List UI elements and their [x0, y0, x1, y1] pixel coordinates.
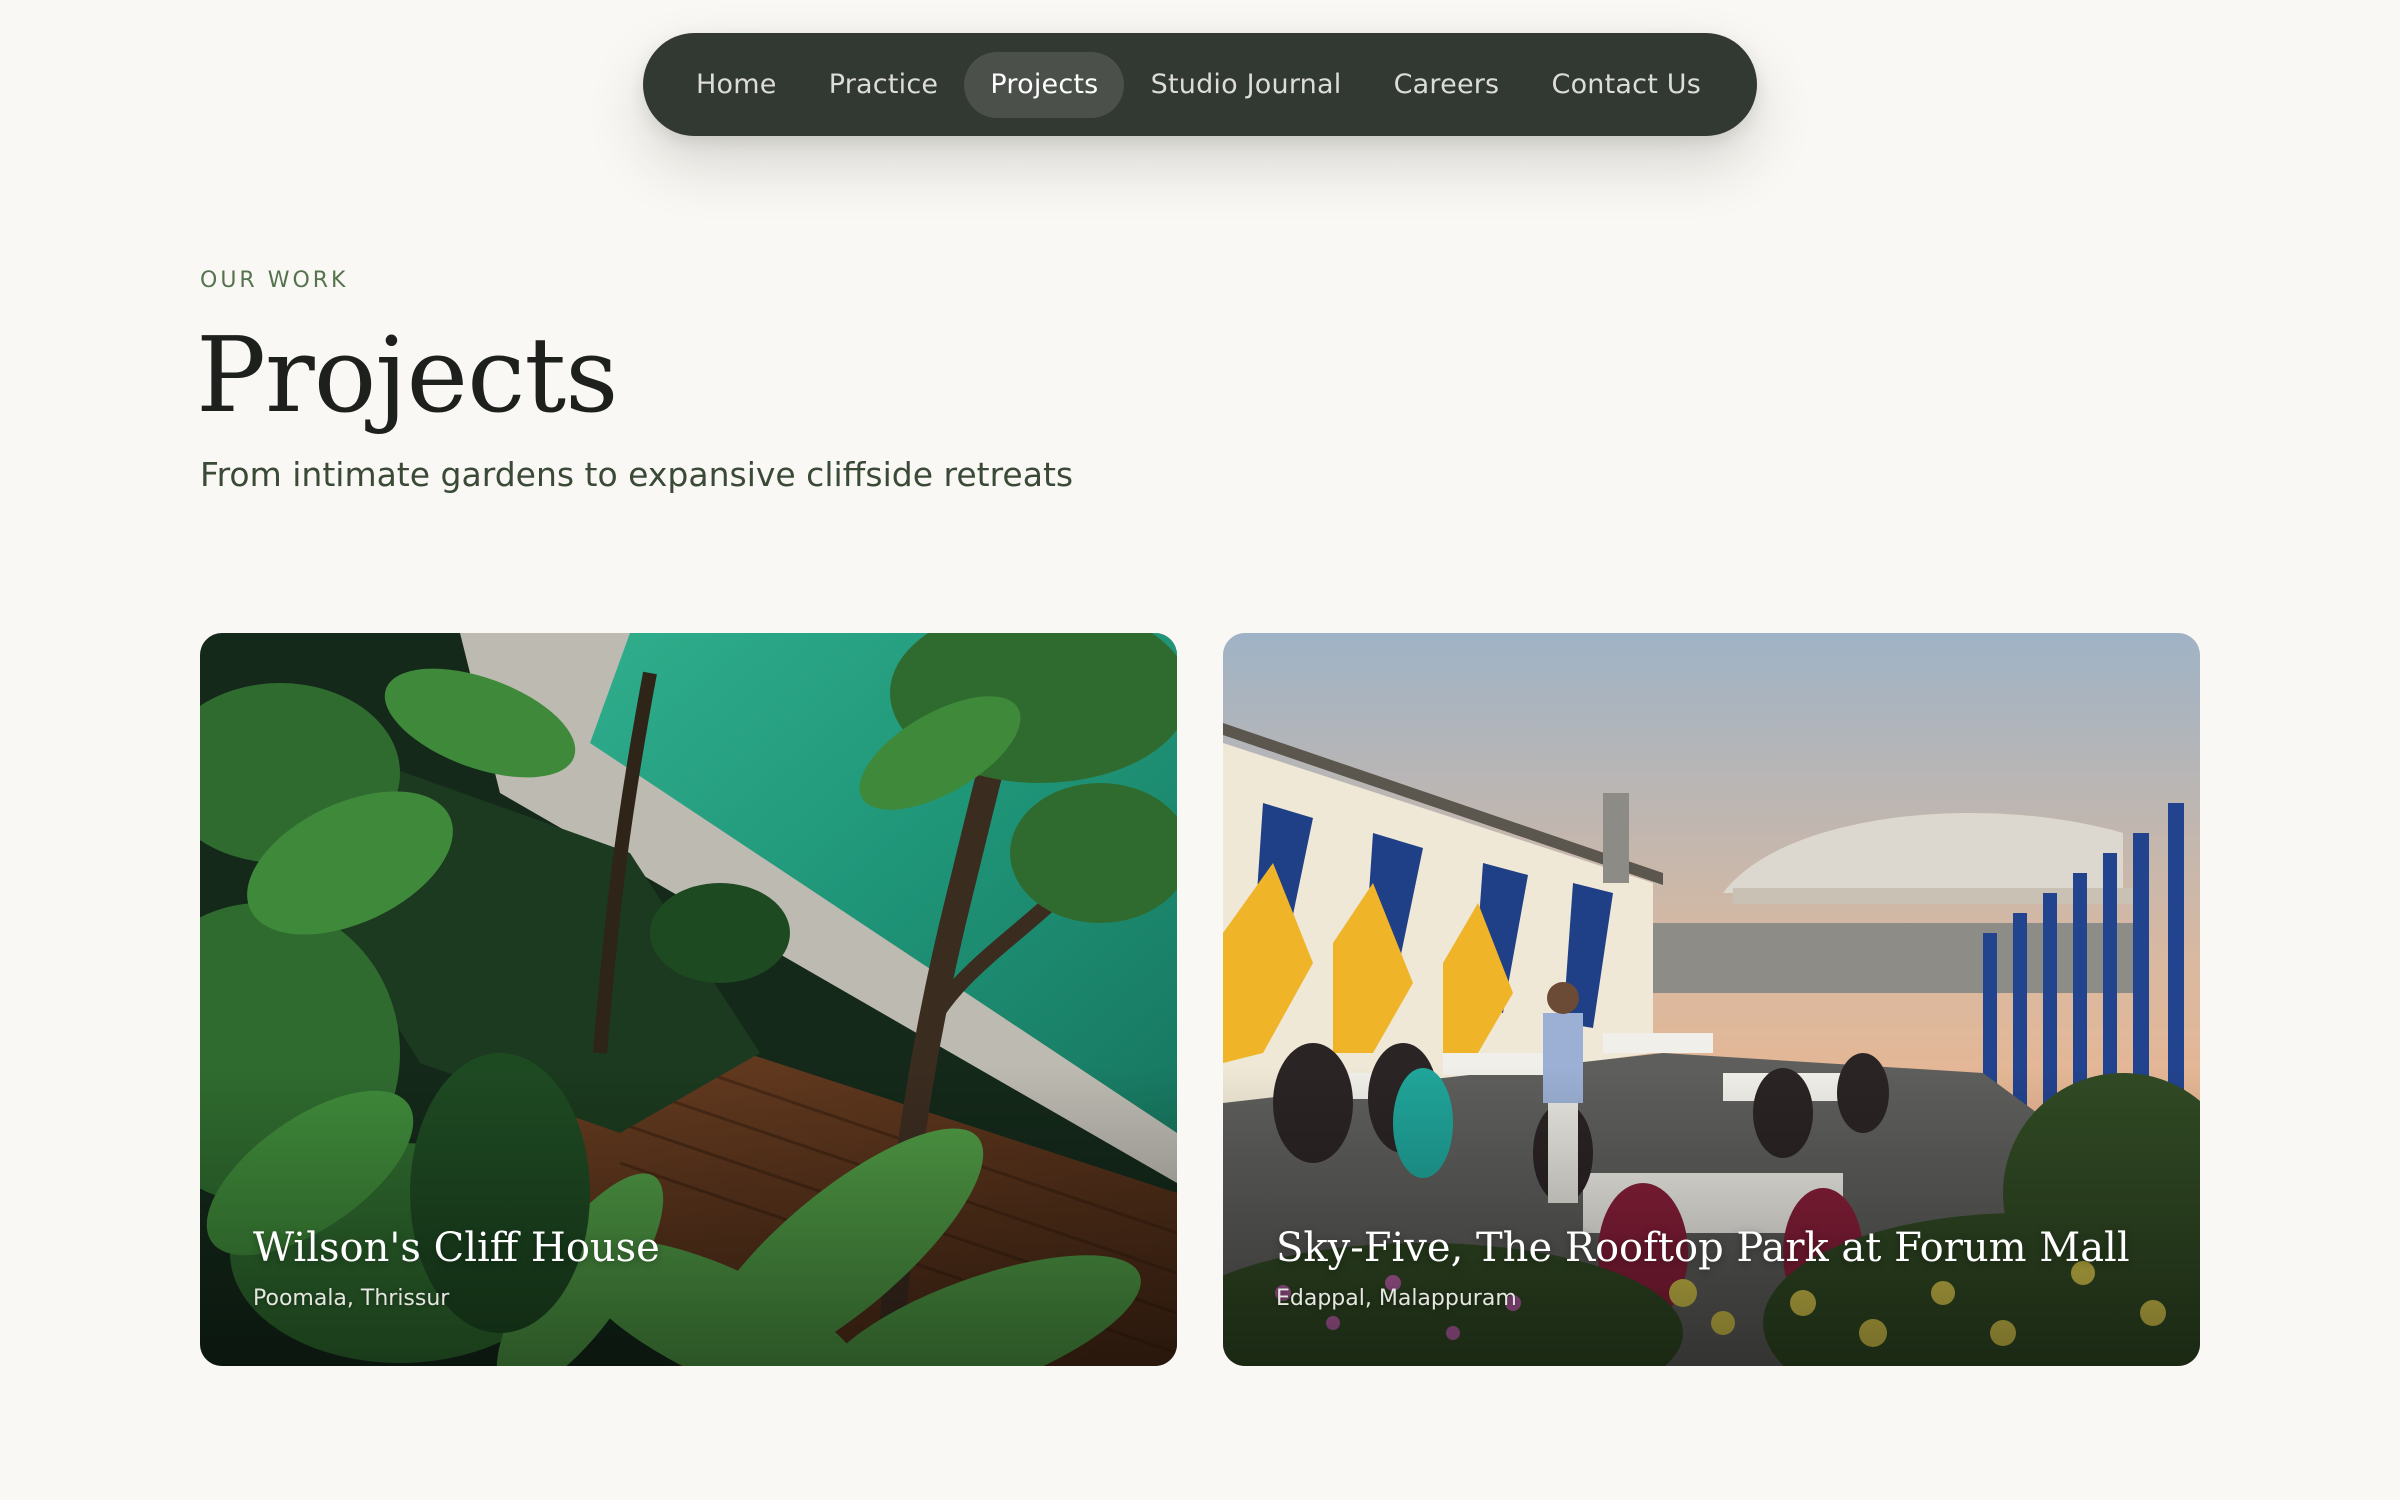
nav-studio-journal[interactable]: Studio Journal — [1125, 52, 1368, 118]
nav-projects[interactable]: Projects — [964, 51, 1125, 118]
nav-home[interactable]: Home — [670, 52, 803, 118]
project-title: Sky-Five, The Rooftop Park at Forum Mall — [1276, 1225, 2130, 1271]
main-nav: Home Practice Projects Studio Journal Ca… — [643, 33, 1757, 136]
nav-contact-us[interactable]: Contact Us — [1526, 52, 1727, 118]
project-title: Wilson's Cliff House — [253, 1225, 660, 1271]
nav-practice[interactable]: Practice — [803, 52, 964, 118]
card-overlay-gradient — [200, 1066, 1177, 1366]
project-location: Edappal, Malappuram — [1276, 1286, 1517, 1311]
card-overlay-gradient — [1223, 1066, 2200, 1366]
project-card-wilsons-cliff-house[interactable]: Wilson's Cliff House Poomala, Thrissur — [200, 633, 1177, 1366]
project-card-sky-five[interactable]: Sky-Five, The Rooftop Park at Forum Mall… — [1223, 633, 2200, 1366]
nav-careers[interactable]: Careers — [1368, 52, 1526, 118]
project-location: Poomala, Thrissur — [253, 1286, 450, 1311]
page-subtitle: From intimate gardens to expansive cliff… — [200, 455, 1074, 494]
page-title: Projects — [196, 314, 619, 436]
section-eyebrow: OUR WORK — [200, 268, 349, 293]
